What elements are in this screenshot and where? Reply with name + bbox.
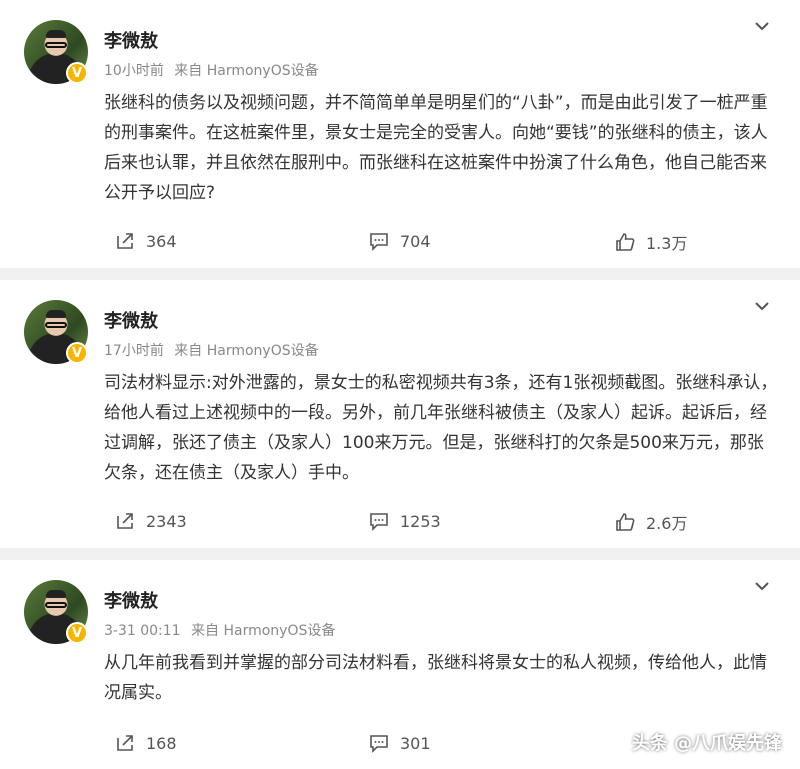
like-count: 1.3万 — [646, 234, 688, 253]
weibo-post: V 李微敖 3-31 00:11 来自 HarmonyOS设备 从几年前我看到并… — [0, 560, 800, 769]
repost-count: 364 — [146, 231, 177, 251]
repost-count: 168 — [146, 733, 177, 753]
post-text: 张继科的债务以及视频问题，并不简简单单是明星们的“八卦”，而是由此引发了一桩严重… — [104, 93, 768, 203]
post-time[interactable]: 10小时前 — [104, 63, 164, 79]
post-meta: 10小时前 来自 HarmonyOS设备 — [104, 60, 325, 80]
repost-button[interactable]: 364 — [114, 230, 177, 252]
repost-icon — [117, 513, 133, 529]
comment-icon — [370, 513, 388, 531]
comment-button[interactable]: 1253 — [368, 510, 441, 532]
post-text: 从几年前我看到并掌握的部分司法材料看，张继科将景女士的私人视频，传给他人，此情况… — [104, 653, 767, 703]
repost-icon — [117, 233, 133, 249]
post-meta: 17小时前 来自 HarmonyOS设备 — [104, 340, 325, 360]
watermark: 头条 @八爪娱先锋 — [631, 733, 782, 754]
repost-icon — [117, 735, 133, 751]
weibo-post: V 李微敖 10小时前 来自 HarmonyOS设备 张继科的债务以及视频问题，… — [0, 0, 800, 268]
comment-count: 704 — [400, 231, 431, 251]
author-name[interactable]: 李微敖 — [104, 27, 158, 53]
verified-badge-icon: V — [66, 342, 88, 364]
chevron-down-icon[interactable] — [752, 296, 772, 316]
thumbs-up-icon — [616, 233, 635, 251]
post-source: 来自 HarmonyOS设备 — [174, 63, 319, 79]
author-name[interactable]: 李微敖 — [104, 587, 158, 613]
comment-button[interactable]: 704 — [368, 230, 431, 252]
comment-icon — [370, 735, 388, 753]
post-time[interactable]: 17小时前 — [104, 343, 164, 359]
chevron-down-icon[interactable] — [752, 576, 772, 596]
post-meta: 3-31 00:11 来自 HarmonyOS设备 — [104, 620, 341, 640]
comment-icon — [370, 233, 388, 251]
repost-button[interactable]: 168 — [114, 732, 177, 754]
like-button[interactable]: 2.6万 — [614, 510, 687, 534]
weibo-post: V 李微敖 17小时前 来自 HarmonyOS设备 司法材料显示:对外泄露的，… — [0, 280, 800, 548]
post-text: 司法材料显示:对外泄露的，景女士的私密视频共有3条，还有1张视频截图。张继科承认… — [104, 373, 778, 483]
repost-button[interactable]: 2343 — [114, 510, 187, 532]
verified-badge-icon: V — [66, 62, 88, 84]
comment-count: 301 — [400, 733, 431, 753]
verified-badge-icon: V — [66, 622, 88, 644]
like-button[interactable]: 1.3万 — [614, 230, 687, 254]
post-source: 来自 HarmonyOS设备 — [174, 343, 319, 359]
post-source: 来自 HarmonyOS设备 — [191, 623, 336, 639]
post-actions: 2343 1253 2.6万 — [0, 510, 800, 534]
post-actions: 364 704 1.3万 — [0, 230, 800, 254]
like-count: 2.6万 — [646, 514, 688, 533]
repost-count: 2343 — [146, 511, 187, 531]
comment-count: 1253 — [400, 511, 441, 531]
comment-button[interactable]: 301 — [368, 732, 431, 754]
post-time[interactable]: 3-31 00:11 — [104, 623, 181, 639]
author-name[interactable]: 李微敖 — [104, 307, 158, 333]
thumbs-up-icon — [616, 513, 635, 531]
chevron-down-icon[interactable] — [752, 16, 772, 36]
